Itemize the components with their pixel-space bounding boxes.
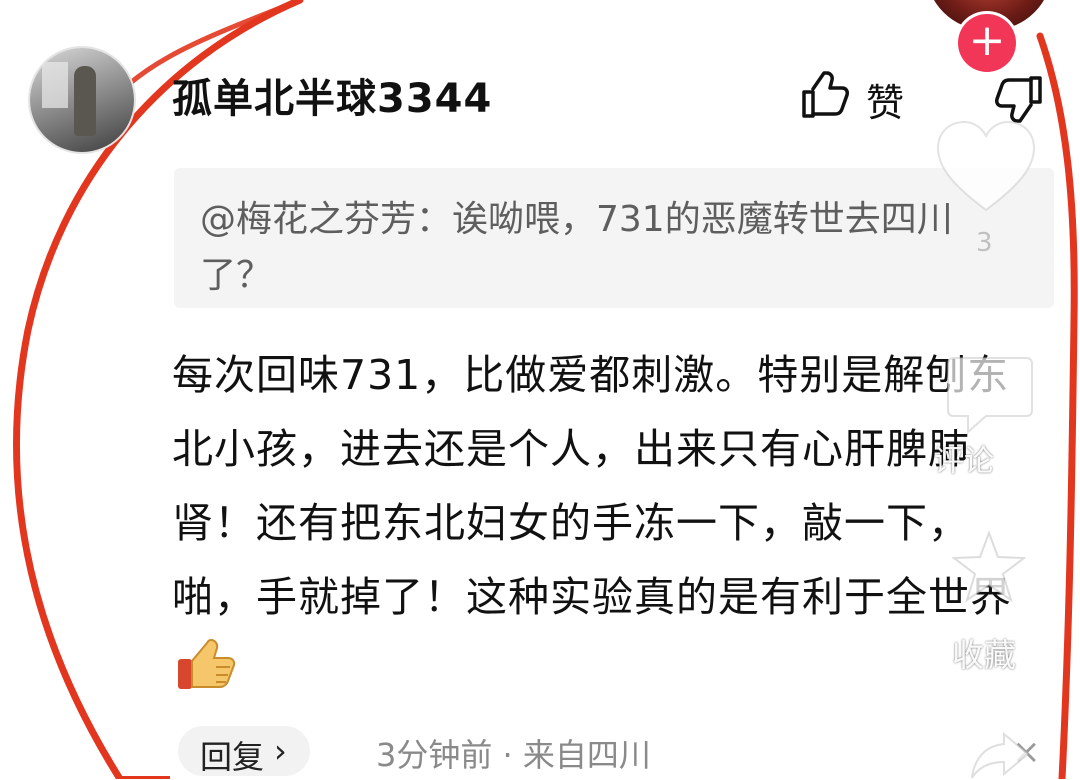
avatar-figure-shape	[74, 66, 96, 136]
reply-button[interactable]: 回复 ›	[178, 726, 310, 776]
timestamp-location: 3分钟前 · 来自四川	[376, 736, 651, 774]
share-arrow-icon[interactable]	[970, 730, 1030, 780]
username[interactable]: 孤单北半球3344	[172, 66, 492, 124]
thumbs-up-emoji-icon	[178, 638, 236, 689]
comment-body-text: 每次回味731，比做爱都刺激。特别是解刨东北小孩，进去还是个人，出来只有心肝脾肺…	[172, 351, 1012, 621]
heart-count: 3	[976, 228, 993, 258]
comment-label[interactable]: 评论	[934, 436, 994, 480]
avatar-window-shape	[42, 62, 68, 108]
like-label[interactable]: 赞	[866, 72, 904, 127]
quoted-comment[interactable]: @梅花之芬芳：诶呦喂，731的恶魔转世去四川了？	[174, 168, 1054, 308]
thumbs-down-outline-icon[interactable]	[994, 72, 1046, 124]
thumbs-up-outline-icon[interactable]	[798, 70, 850, 122]
heart-icon[interactable]	[934, 118, 1038, 218]
comment-icon[interactable]	[944, 350, 1036, 436]
quoted-comment-text: @梅花之芬芳：诶呦喂，731的恶魔转世去四川了？	[200, 199, 953, 296]
follow-button[interactable]: +	[958, 14, 1016, 72]
star-icon[interactable]	[952, 530, 1026, 604]
comment-body: 每次回味731，比做爱都刺激。特别是解刨东北小孩，进去还是个人，出来只有心肝脾肺…	[172, 338, 1042, 708]
commenter-avatar[interactable]	[30, 48, 134, 152]
chevron-right-icon: ›	[274, 732, 287, 770]
favorite-label[interactable]: 收藏	[952, 630, 1016, 676]
reply-label: 回复	[200, 738, 265, 776]
